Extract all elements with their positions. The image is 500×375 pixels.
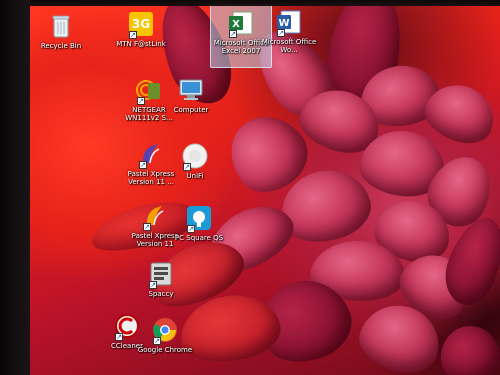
pc-square-icon: ↗ — [185, 204, 213, 233]
pastel-xpress-icon: ↗ — [141, 202, 169, 231]
monitor-bezel-left — [0, 0, 30, 375]
desktop-icon-label: UniFi — [186, 172, 204, 180]
desktop-icon-label: Computer — [173, 106, 209, 114]
desktop-icon-computer[interactable]: Computer — [160, 76, 222, 114]
desktop-icon-pc-square[interactable]: ↗ PC Square QS — [168, 204, 230, 242]
desktop-icon-recycle-bin[interactable]: Recycle Bin — [30, 12, 92, 50]
speccy-icon: ↗ — [147, 260, 175, 289]
desktop-icon-label: Recycle Bin — [40, 42, 82, 50]
desktop-icon-speccy[interactable]: ↗ Spaccy — [130, 260, 192, 298]
desktop-wallpaper[interactable]: Recycle Bin 3G ↗ MTN F@stLink X ↗ Micros… — [30, 6, 500, 375]
desktop-icon-mtn-fastlink[interactable]: 3G ↗ MTN F@stLink — [110, 10, 172, 48]
netgear-icon: ↗ — [135, 76, 163, 105]
desktop-icon-label: MTN F@stLink — [116, 40, 166, 48]
desktop-icon-label: Spaccy — [148, 290, 174, 298]
word-icon: W ↗ — [275, 8, 303, 37]
desktop-icon-unifi[interactable]: ↗ UniFi — [164, 142, 226, 180]
desktop-icon-label: PC Square QS — [174, 234, 224, 242]
unifi-icon: ↗ — [181, 142, 209, 171]
pastel-xpress-icon: ↗ — [137, 140, 165, 169]
svg-text:3G: 3G — [132, 17, 150, 31]
recycle-bin-icon — [47, 12, 75, 40]
computer-icon — [177, 76, 205, 104]
svg-text:W: W — [278, 18, 289, 29]
svg-text:X: X — [232, 19, 240, 30]
desktop-icon-google-chrome[interactable]: ↗ Google Chrome — [134, 316, 196, 354]
desktop-icon-label: Google Chrome — [137, 346, 193, 354]
mtn-fastlink-icon: 3G ↗ — [127, 10, 155, 39]
desktop-icon-word[interactable]: W ↗ Microsoft Office Wo... — [258, 6, 320, 54]
excel-icon: X ↗ — [227, 9, 255, 38]
chrome-icon: ↗ — [151, 316, 179, 345]
desktop-icon-label: Microsoft Office Wo... — [261, 38, 317, 54]
